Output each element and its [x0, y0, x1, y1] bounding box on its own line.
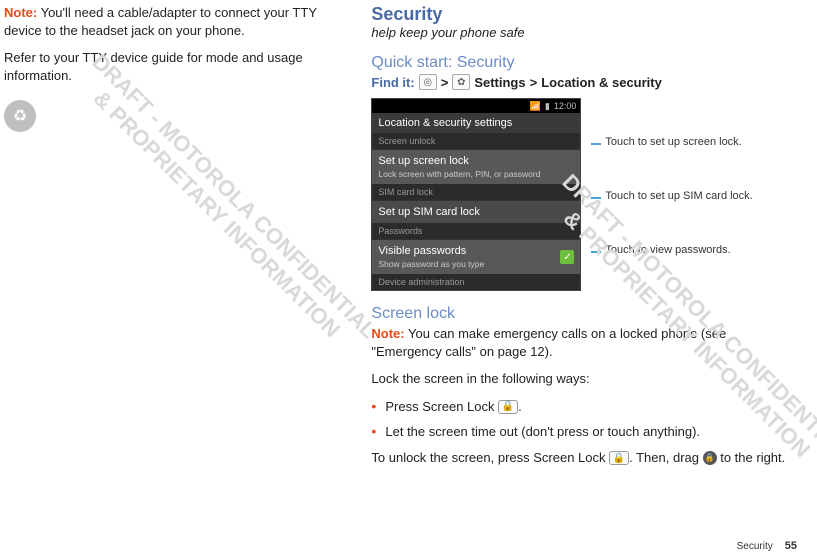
callout-screen-lock: Touch to set up screen lock. [591, 136, 752, 149]
footer-section: Security [737, 541, 773, 552]
li-text-b: . [518, 399, 522, 414]
list-item: Press Screen Lock 🔒. [371, 398, 797, 416]
gear-icon: ✿ [452, 74, 470, 90]
settings-text: Settings [474, 75, 525, 90]
unlock-b: . Then, drag [629, 450, 702, 465]
note-label: Note: [4, 5, 37, 20]
phone-screenshot-area: 📶 ▮ 12:00 Location & security settings S… [371, 98, 797, 291]
phone-section-screen-unlock: Screen unlock [372, 133, 580, 149]
callouts: Touch to set up screen lock. Touch to se… [591, 98, 752, 291]
battery-icon: ▮ [545, 101, 550, 112]
section-subtitle: help keep your phone safe [371, 25, 797, 40]
recycle-icon: ♻ [4, 100, 36, 132]
drag-lock-icon: 🔒 [703, 451, 717, 465]
phone-section-device-admin: Device administration [372, 274, 580, 290]
row-main: Set up screen lock [378, 155, 574, 167]
status-time: 12:00 [554, 101, 577, 111]
quick-start-heading: Quick start: Security [371, 54, 797, 72]
phone-row-visible-passwords[interactable]: Visible passwords Show password as you t… [372, 239, 580, 274]
list-item: Let the screen time out (don't press or … [371, 423, 797, 441]
lock-ways-list: Press Screen Lock 🔒. Let the screen time… [371, 398, 797, 441]
gt2: > [530, 75, 538, 90]
row-sub: Show password as you type [378, 259, 554, 269]
note-text: You'll need a cable/adapter to connect y… [4, 5, 317, 38]
phone-section-sim: SIM card lock [372, 184, 580, 200]
page-number: 55 [785, 540, 797, 552]
note-text: You can make emergency calls on a locked… [371, 326, 726, 359]
signal-icon: 📶 [530, 101, 541, 112]
lock-ways-intro: Lock the screen in the following ways: [371, 370, 797, 388]
tty-note: Note: You'll need a cable/adapter to con… [4, 4, 331, 39]
checkbox-icon[interactable]: ✓ [560, 250, 574, 264]
screen-lock-heading: Screen lock [371, 305, 797, 323]
find-it-line: Find it: ◎ > ✿ Settings > Location & sec… [371, 74, 797, 90]
callout-sim-lock: Touch to set up SIM card lock. [591, 190, 752, 203]
lock-key-icon: 🔒 [498, 400, 518, 414]
lock-key-icon: 🔒 [609, 451, 629, 465]
unlock-a: To unlock the screen, press Screen Lock [371, 450, 609, 465]
status-bar: 📶 ▮ 12:00 [372, 99, 580, 113]
page: Note: You'll need a cable/adapter to con… [0, 0, 817, 486]
recycle-glyph: ♻ [13, 106, 27, 126]
row-main: Set up SIM card lock [378, 206, 574, 218]
apps-icon: ◎ [419, 74, 437, 90]
left-column: Note: You'll need a cable/adapter to con… [4, 4, 331, 476]
row-sub: Lock screen with pattern, PIN, or passwo… [378, 169, 574, 179]
unlock-c: to the right. [717, 450, 786, 465]
phone-section-passwords: Passwords [372, 223, 580, 239]
li-text-a: Press Screen Lock [385, 399, 498, 414]
find-it-label: Find it: [371, 75, 414, 90]
note-label: Note: [371, 326, 404, 341]
phone-header: Location & security settings [372, 113, 580, 133]
page-footer: Security 55 [737, 540, 797, 552]
row-main: Visible passwords [378, 245, 554, 257]
unlock-instructions: To unlock the screen, press Screen Lock … [371, 449, 797, 467]
phone-row-screen-lock[interactable]: Set up screen lock Lock screen with patt… [372, 149, 580, 184]
phone-row-sim-lock[interactable]: Set up SIM card lock [372, 200, 580, 223]
screen-lock-note: Note: You can make emergency calls on a … [371, 325, 797, 360]
phone-screenshot: 📶 ▮ 12:00 Location & security settings S… [371, 98, 581, 291]
location-security-text: Location & security [541, 75, 662, 90]
callout-passwords: Touch to view passwords. [591, 244, 752, 257]
section-title: Security [371, 4, 797, 25]
tty-refer: Refer to your TTY device guide for mode … [4, 49, 331, 84]
gt1: > [441, 75, 449, 90]
right-column: Security help keep your phone safe Quick… [371, 4, 797, 476]
